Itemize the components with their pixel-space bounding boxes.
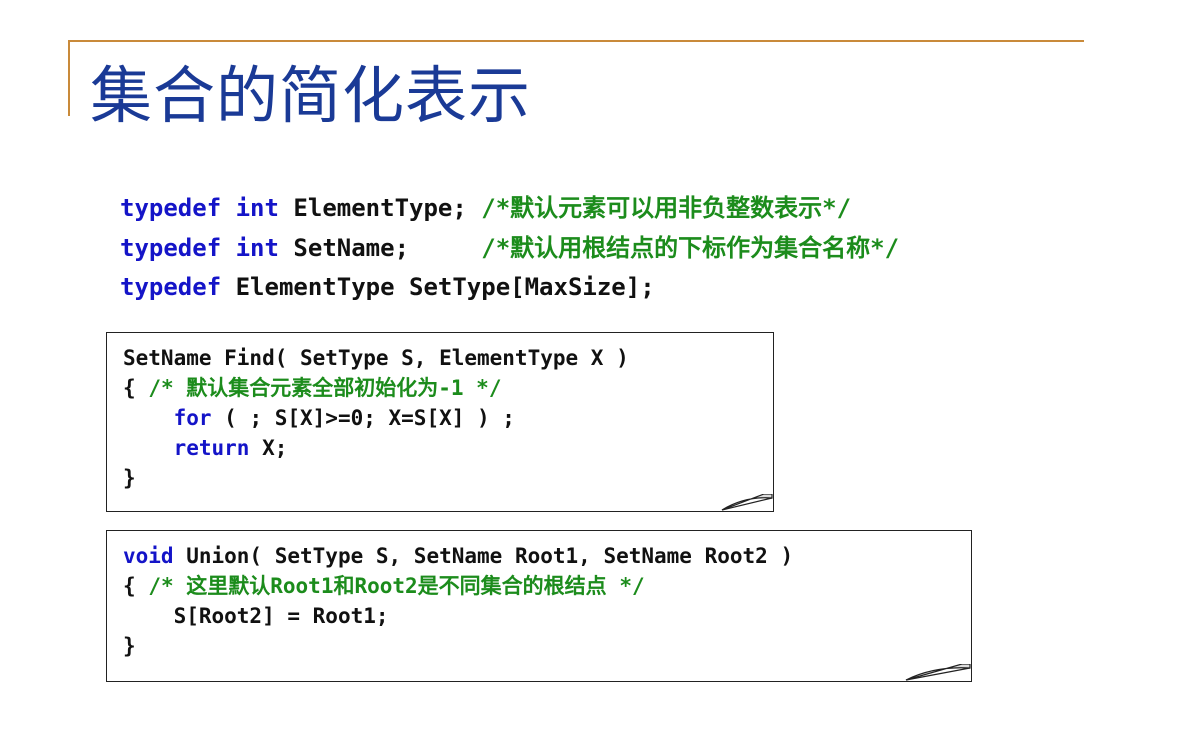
type-name: ElementType xyxy=(293,194,453,222)
return-body: X; xyxy=(249,436,288,460)
for-body: ( ; S[X]>=0; X=S[X] ) ; xyxy=(211,406,515,430)
punct: ; xyxy=(452,194,467,222)
union-statement: S[Root2] = Root1; xyxy=(173,604,389,628)
keyword-for: for xyxy=(173,406,212,430)
keyword-typedef: typedef xyxy=(120,194,222,222)
page-curl-icon xyxy=(905,664,971,681)
find-signature: SetName Find( SetType S, ElementType X ) xyxy=(123,346,629,370)
title-rule-top xyxy=(68,40,1084,42)
keyword-typedef: typedef xyxy=(120,273,222,301)
union-signature: Union( SetType S, SetName Root1, SetName… xyxy=(173,544,794,568)
open-brace: { xyxy=(123,574,136,598)
type-name: SetName xyxy=(293,234,395,262)
comment: /*默认用根结点的下标作为集合名称*/ xyxy=(481,234,900,262)
page-curl-icon xyxy=(721,494,773,511)
keyword-return: return xyxy=(173,436,250,460)
find-code-box: SetName Find( SetType S, ElementType X )… xyxy=(106,332,774,512)
close-brace: } xyxy=(123,634,136,658)
typedef-line-element-type: typedef int ElementType; /*默认元素可以用非负整数表示… xyxy=(120,188,851,223)
keyword-void: void xyxy=(123,544,174,568)
open-brace: { xyxy=(123,376,136,400)
union-comment: /* 这里默认Root1和Root2是不同集合的根结点 */ xyxy=(148,574,645,598)
keyword-int: int xyxy=(235,194,279,222)
keyword-int: int xyxy=(235,234,279,262)
keyword-typedef: typedef xyxy=(120,234,222,262)
typedef-line-set-name: typedef int SetName; /*默认用根结点的下标作为集合名称*/ xyxy=(120,228,899,263)
close-brace: } xyxy=(123,466,136,490)
set-type-decl: ElementType SetType[MaxSize]; xyxy=(235,273,655,301)
union-code-box: void Union( SetType S, SetName Root1, Se… xyxy=(106,530,972,682)
comment: /*默认元素可以用非负整数表示*/ xyxy=(481,194,852,222)
find-comment: /* 默认集合元素全部初始化为-1 */ xyxy=(148,376,502,400)
title-rule-left xyxy=(68,40,70,116)
page-title: 集合的简化表示 xyxy=(90,59,532,132)
typedef-line-set-type: typedef ElementType SetType[MaxSize]; xyxy=(120,273,655,301)
punct: ; xyxy=(394,234,410,262)
